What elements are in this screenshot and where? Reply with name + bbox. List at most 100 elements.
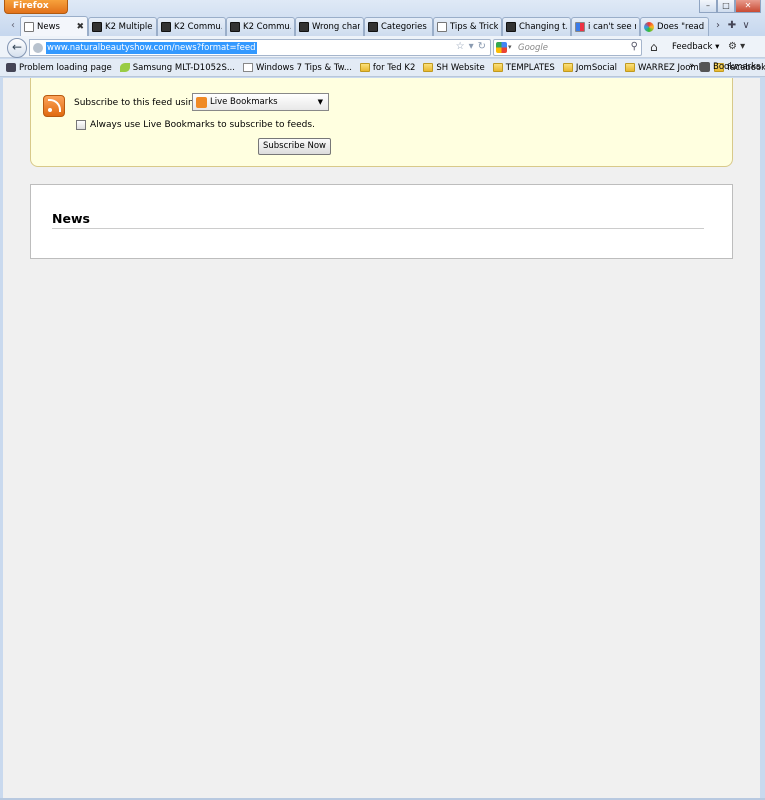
tab-strip: ‹ News ✖ K2 Multiple ... K2 Commu... K2 … [6,15,760,36]
bookmark-folder-ted-k2[interactable]: for Ted K2 [359,62,416,73]
maximize-button[interactable]: □ [717,0,735,13]
subscribe-now-button[interactable]: Subscribe Now [258,138,331,155]
url-text[interactable]: www.naturalbeautyshow.com/news?format=fe… [46,42,257,54]
site-identity-icon[interactable] [33,43,43,53]
google-icon [575,22,585,32]
history-dropdown-icon[interactable]: ▾ [469,41,474,52]
tab-k2-multiple[interactable]: K2 Multiple ... [88,17,157,36]
folder-icon [359,63,370,72]
page-icon [437,22,447,32]
tab-categories[interactable]: Categories -... [364,17,433,36]
tab-cant-see[interactable]: i can't see r... [571,17,640,36]
news-feed-panel: News [30,184,733,259]
tab-label: Wrong char... [312,22,360,32]
bookmark-label: SH Website [436,62,485,73]
k2-icon [161,22,171,32]
tab-tips-tricks[interactable]: Tips & Trick... [433,17,502,36]
title-bar: Firefox – □ ✕ ‹ News ✖ K2 Multiple ... K… [0,0,765,36]
bookmark-label: Samsung MLT-D1052S... [132,62,235,73]
tab-label: News [37,21,60,32]
tab-label: Changing t... [519,22,567,32]
google-search-engine-icon[interactable] [496,42,507,53]
bookmark-label: Problem loading page [19,62,112,73]
engine-dropdown-icon[interactable]: ▾ [508,43,512,51]
bookmark-folder-sh-website[interactable]: SH Website [423,62,485,73]
folder-icon [492,63,503,72]
bookmark-windows-tips[interactable]: Windows 7 Tips & Tw... [242,62,352,73]
minimize-button[interactable]: – [699,0,717,13]
tab-label: K2 Multiple ... [105,22,153,32]
always-use-checkbox[interactable] [76,120,86,130]
tab-label: Categories -... [381,22,429,32]
page-icon [24,21,34,32]
feed-title: News [52,211,90,226]
title-divider [52,228,704,229]
k2-icon [299,22,309,32]
tab-k2-community-2[interactable]: K2 Commu... [226,17,295,36]
bookmark-label: for Ted K2 [372,62,416,73]
search-magnifier-icon[interactable]: ⚲ [631,41,638,52]
url-bar-icons: ☆ ▾ ↻ [452,41,486,52]
feedback-label: Feedback [672,42,713,52]
tab-k2-community-1[interactable]: K2 Commu... [157,17,226,36]
bookmark-folder-templates[interactable]: TEMPLATES [492,62,555,73]
window-controls: – □ ✕ [699,0,761,13]
bug-icon [6,63,16,72]
back-button[interactable]: ← [7,38,27,58]
k2-icon [230,22,240,32]
tab-wrong-char[interactable]: Wrong char... [295,17,364,36]
leaf-icon [119,63,130,72]
more-bookmarks-chevron-icon[interactable]: » [689,61,695,71]
bookmarks-toolbar: Problem loading page Samsung MLT-D1052S.… [0,59,765,77]
navigation-toolbar: ← www.naturalbeautyshow.com/news?format=… [0,36,765,58]
tab-label: K2 Commu... [243,22,291,32]
bookmark-problem-loading[interactable]: Problem loading page [6,63,112,73]
bookmark-star-icon[interactable]: ☆ [456,41,465,52]
tab-label: K2 Commu... [174,22,222,32]
bookmark-label: TEMPLATES [505,62,555,73]
tab-label: i can't see r... [588,22,636,32]
search-bar[interactable]: ▾ Google ⚲ [493,39,642,56]
close-tab-icon[interactable]: ✖ [76,22,84,32]
bookmark-samsung[interactable]: Samsung MLT-D1052S... [119,62,235,73]
home-icon[interactable]: ⌂ [650,40,658,54]
always-use-label[interactable]: Always use Live Bookmarks to subscribe t… [90,120,315,130]
scroll-tabs-left-icon[interactable]: ‹ [6,16,20,36]
reload-icon[interactable]: ↻ [478,41,486,52]
k2-icon [368,22,378,32]
list-tabs-icon[interactable]: ∨ [739,16,753,36]
folder-icon [423,63,434,72]
k2-icon [506,22,516,32]
feed-reader-select[interactable]: Live Bookmarks ▼ [192,93,329,111]
feedback-button[interactable]: Feedback ▾ [672,42,719,52]
folder-icon [625,63,636,72]
tab-changing[interactable]: Changing t... [502,17,571,36]
k2-icon [92,22,102,32]
tab-tools: › ✚ ∨ [711,16,753,36]
tools-menu-icon[interactable]: ⚙ ▾ [728,41,745,52]
close-window-button[interactable]: ✕ [735,0,761,13]
bookmarks-menu-button[interactable]: Bookmarks [700,62,761,72]
page-content: Subscribe to this feed using Live Bookma… [3,78,760,798]
dropdown-arrow-icon: ▼ [317,98,323,106]
new-tab-icon[interactable]: ✚ [725,16,739,36]
live-bookmarks-icon [196,96,207,108]
feed-reader-selected: Live Bookmarks [210,97,278,107]
tab-does-read[interactable]: Does "read ... [640,17,709,36]
rss-feed-icon [43,95,65,117]
bookmarks-menu-label: Bookmarks [713,62,761,72]
bookmark-label: JomSocial [575,62,618,73]
search-input[interactable]: Google [518,43,548,53]
bookmark-folder-jomsocial[interactable]: JomSocial [562,62,618,73]
page-icon [242,63,253,72]
bookmark-label: Windows 7 Tips & Tw... [255,62,352,73]
firefox-menu-button[interactable]: Firefox [4,0,68,14]
folder-icon [562,63,573,72]
tab-label: Tips & Trick... [450,22,498,32]
scroll-tabs-right-icon[interactable]: › [711,16,725,36]
bookmarks-star-icon [700,62,710,72]
url-bar[interactable]: www.naturalbeautyshow.com/news?format=fe… [29,39,491,56]
feed-subscribe-panel: Subscribe to this feed using Live Bookma… [30,78,733,167]
tab-news[interactable]: News ✖ [20,16,88,36]
bookmark-label: WARREZ Joomla [638,62,707,73]
